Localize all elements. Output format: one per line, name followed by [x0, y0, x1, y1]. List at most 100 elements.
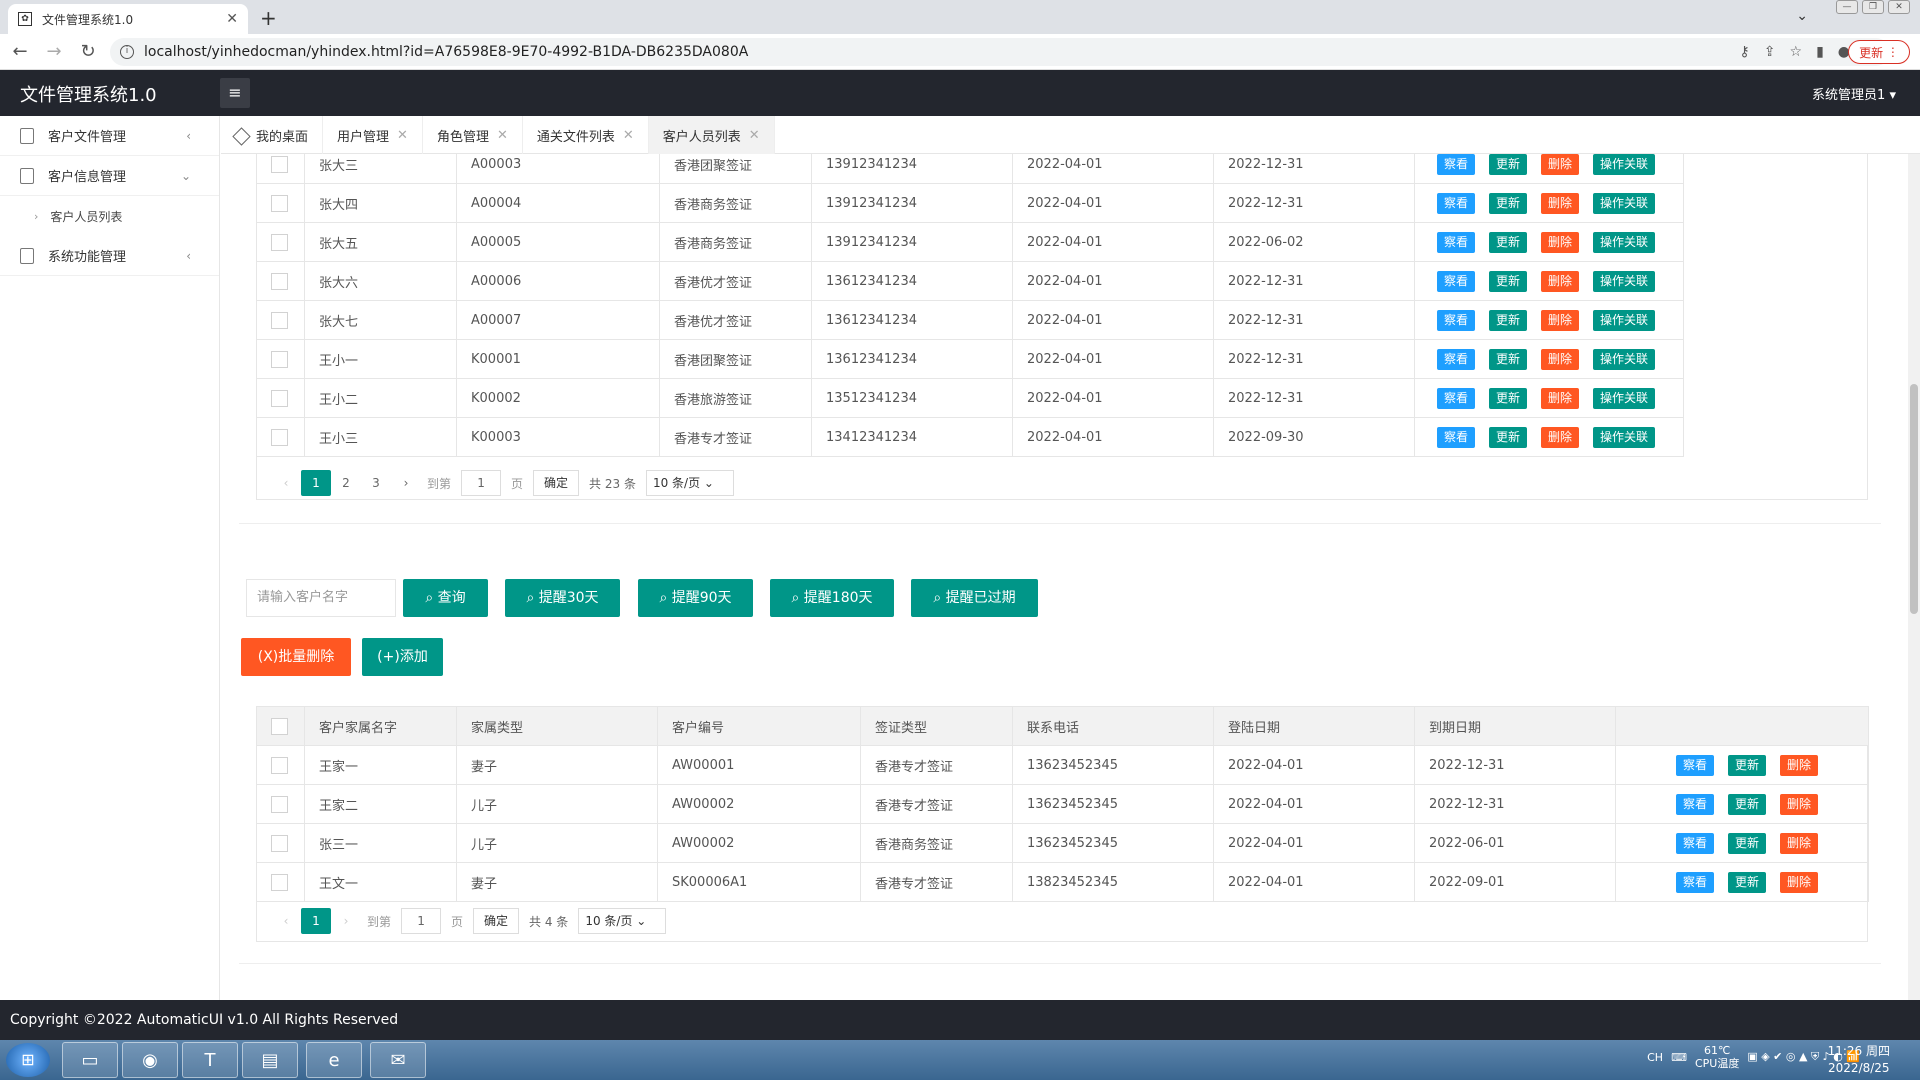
- relate-button[interactable]: 操作关联: [1593, 387, 1656, 409]
- column-header[interactable]: 登陆日期: [1213, 706, 1415, 746]
- update-button[interactable]: 更新: [1728, 754, 1767, 776]
- page-1[interactable]: 1: [301, 908, 331, 934]
- remind-expired-button[interactable]: ⌕ 提醒已过期: [911, 579, 1038, 617]
- view-button[interactable]: 察看: [1437, 387, 1476, 409]
- row-checkbox[interactable]: [271, 834, 288, 852]
- per-page-select[interactable]: 10 条/页 ⌄: [645, 470, 734, 496]
- delete-button[interactable]: 删除: [1541, 426, 1580, 448]
- view-button[interactable]: 察看: [1676, 793, 1715, 815]
- clock[interactable]: 11:26 周四 2022/8/25: [1828, 1043, 1890, 1077]
- next-page-icon[interactable]: ›: [391, 470, 421, 496]
- column-header[interactable]: 客户编号: [657, 706, 861, 746]
- relate-button[interactable]: 操作关联: [1593, 309, 1656, 331]
- delete-button[interactable]: 删除: [1541, 387, 1580, 409]
- remind-90-button[interactable]: ⌕ 提醒90天: [638, 579, 753, 617]
- row-checkbox[interactable]: [271, 272, 288, 290]
- delete-button[interactable]: 删除: [1541, 309, 1580, 331]
- view-button[interactable]: 察看: [1437, 231, 1476, 253]
- explorer-icon[interactable]: ▭: [62, 1042, 118, 1078]
- prev-page-icon[interactable]: ‹: [271, 470, 301, 496]
- address-bar[interactable]: i localhost/yinhedocman/yhindex.html?id=…: [110, 38, 1890, 66]
- back-icon[interactable]: ←: [6, 41, 34, 62]
- delete-button[interactable]: 删除: [1780, 754, 1819, 776]
- minimize-icon[interactable]: —: [1836, 0, 1858, 14]
- new-tab-icon[interactable]: +: [260, 6, 277, 30]
- batch-delete-button[interactable]: (X)批量删除: [241, 638, 351, 676]
- delete-button[interactable]: 删除: [1780, 832, 1819, 854]
- delete-button[interactable]: 删除: [1541, 192, 1580, 214]
- row-checkbox[interactable]: [271, 233, 288, 251]
- view-button[interactable]: 察看: [1437, 154, 1476, 175]
- row-checkbox[interactable]: [271, 873, 288, 891]
- column-header[interactable]: 签证类型: [860, 706, 1013, 746]
- tab-roles[interactable]: 角色管理 ✕: [423, 116, 523, 154]
- folder-icon[interactable]: ▤: [242, 1042, 298, 1078]
- star-icon[interactable]: ☆: [1790, 44, 1803, 60]
- delete-button[interactable]: 删除: [1541, 231, 1580, 253]
- update-button[interactable]: 更新: [1489, 348, 1528, 370]
- close-tab-icon[interactable]: ✕: [226, 11, 238, 27]
- forward-icon[interactable]: →: [40, 41, 68, 62]
- page-2[interactable]: 2: [331, 470, 361, 496]
- key-icon[interactable]: ⚷: [1740, 44, 1750, 60]
- relate-button[interactable]: 操作关联: [1593, 231, 1656, 253]
- customer-name-search-input[interactable]: 请输入客户名字: [246, 579, 396, 617]
- delete-button[interactable]: 删除: [1541, 348, 1580, 370]
- row-checkbox[interactable]: [271, 389, 288, 407]
- row-checkbox[interactable]: [271, 428, 288, 446]
- update-button[interactable]: 更新: [1489, 387, 1528, 409]
- row-checkbox[interactable]: [271, 311, 288, 329]
- relate-button[interactable]: 操作关联: [1593, 426, 1656, 448]
- relate-button[interactable]: 操作关联: [1593, 192, 1656, 214]
- remind-180-button[interactable]: ⌕ 提醒180天: [770, 579, 894, 617]
- relate-button[interactable]: 操作关联: [1593, 154, 1656, 175]
- view-button[interactable]: 察看: [1437, 348, 1476, 370]
- add-button[interactable]: (+)添加: [362, 638, 443, 676]
- tab-desktop[interactable]: 我的桌面: [221, 116, 324, 154]
- page-input[interactable]: 1: [461, 470, 502, 496]
- restore-icon[interactable]: ❐: [1862, 0, 1884, 14]
- row-checkbox[interactable]: [271, 350, 288, 368]
- view-button[interactable]: 察看: [1676, 754, 1715, 776]
- sidebar-item-customer-list[interactable]: › 客户人员列表: [0, 196, 219, 236]
- tab-customs-files[interactable]: 通关文件列表 ✕: [523, 116, 649, 154]
- page-1[interactable]: 1: [301, 470, 331, 496]
- delete-button[interactable]: 删除: [1780, 793, 1819, 815]
- query-button[interactable]: ⌕ 查询: [403, 579, 488, 617]
- close-icon[interactable]: ✕: [623, 128, 634, 143]
- close-icon[interactable]: ✕: [749, 128, 760, 143]
- update-button[interactable]: 更新: [1489, 426, 1528, 448]
- relate-button[interactable]: 操作关联: [1593, 270, 1656, 292]
- tab-users[interactable]: 用户管理 ✕: [323, 116, 423, 154]
- next-page-icon[interactable]: ›: [331, 908, 361, 934]
- close-icon[interactable]: ✕: [497, 128, 508, 143]
- column-header[interactable]: 联系电话: [1012, 706, 1214, 746]
- column-header[interactable]: 家属类型: [456, 706, 658, 746]
- view-button[interactable]: 察看: [1437, 192, 1476, 214]
- keyboard-icon[interactable]: ⌨: [1671, 1051, 1687, 1064]
- info-icon[interactable]: i: [120, 45, 134, 59]
- update-button[interactable]: 更新: [1489, 270, 1528, 292]
- start-icon[interactable]: ⊞: [6, 1043, 50, 1077]
- update-button[interactable]: 更新: [1489, 231, 1528, 253]
- chrome-icon[interactable]: ◉: [122, 1042, 178, 1078]
- delete-button[interactable]: 删除: [1780, 871, 1819, 893]
- scrollbar-thumb[interactable]: [1910, 384, 1918, 614]
- confirm-page-button[interactable]: 确定: [533, 470, 580, 496]
- update-button[interactable]: 更新: [1489, 309, 1528, 331]
- menu-toggle-icon[interactable]: ≡: [220, 78, 250, 108]
- delete-button[interactable]: 删除: [1541, 154, 1580, 175]
- view-button[interactable]: 察看: [1437, 426, 1476, 448]
- view-button[interactable]: 察看: [1437, 309, 1476, 331]
- select-all-checkbox[interactable]: [271, 717, 288, 735]
- per-page-select[interactable]: 10 条/页 ⌄: [578, 908, 667, 934]
- view-button[interactable]: 察看: [1676, 871, 1715, 893]
- page-3[interactable]: 3: [361, 470, 391, 496]
- column-header[interactable]: 客户家属名字: [304, 706, 457, 746]
- sidepanel-icon[interactable]: ▮: [1816, 44, 1824, 60]
- remind-30-button[interactable]: ⌕ 提醒30天: [505, 579, 620, 617]
- row-checkbox[interactable]: [271, 756, 288, 774]
- update-button[interactable]: 更新: [1489, 154, 1528, 175]
- reload-icon[interactable]: ↻: [74, 41, 102, 62]
- text-editor-icon[interactable]: T: [182, 1042, 238, 1078]
